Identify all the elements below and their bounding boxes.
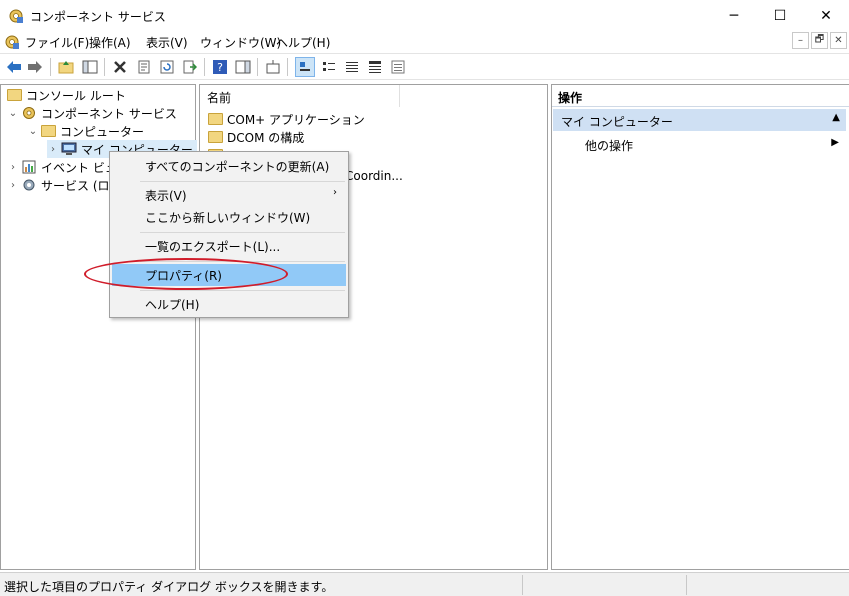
export-list-icon[interactable] [180, 57, 200, 77]
toolbar: ? [0, 53, 849, 80]
svg-text:?: ? [217, 61, 223, 74]
list-item[interactable]: COM+ アプリケーション [206, 110, 365, 128]
menu-view[interactable]: 表示(V) [146, 34, 188, 51]
chevron-right-icon[interactable]: › [7, 180, 19, 191]
status-divider [686, 575, 687, 595]
context-menu: すべてのコンポーネントの更新(A) 表示(V) › ここから新しいウィンドウ(W… [109, 151, 349, 318]
toolbar-separator [104, 58, 105, 76]
list-item-label: Coordin... [345, 169, 403, 183]
title-bar: コンポーネント サービス ─ ☐ ✕ [0, 0, 849, 31]
menu-item-help[interactable]: ヘルプ(H) [112, 293, 346, 315]
collapse-icon[interactable]: ▲ [832, 112, 840, 123]
window-title: コンポーネント サービス [30, 10, 166, 24]
menu-bar: ファイル(F) 操作(A) 表示(V) ウィンドウ(W) ヘルプ(H) – 🗗 … [0, 31, 849, 53]
tree-item-label: コンソール ルート [26, 88, 126, 103]
refresh-icon[interactable] [157, 57, 177, 77]
mdi-restore-button[interactable]: 🗗 [811, 32, 828, 49]
status-view-icon[interactable] [388, 57, 408, 77]
menu-help[interactable]: ヘルプ(H) [276, 34, 330, 51]
menu-separator [140, 181, 345, 182]
menu-item-refresh-all-components[interactable]: すべてのコンポーネントの更新(A) [112, 155, 346, 177]
up-folder-icon[interactable] [56, 57, 76, 77]
tree-item-label: コンピューター [60, 124, 145, 139]
chevron-down-icon[interactable]: ⌄ [27, 126, 39, 137]
tree-item-computers[interactable]: ⌄ コンピューター [27, 122, 144, 140]
menu-item-export-list[interactable]: 一覧のエクスポート(L)... [112, 235, 346, 257]
list-item-label: DCOM の構成 [227, 130, 305, 145]
toolbar-separator [287, 58, 288, 76]
folder-icon [208, 113, 223, 125]
actions-pane: 操作 マイ コンピューター ▲ 他の操作 ▶ [551, 84, 849, 570]
actions-group-my-computer[interactable]: マイ コンピューター ▲ [553, 109, 846, 131]
maximize-button[interactable]: ☐ [757, 0, 803, 31]
mdi-minimize-button[interactable]: – [792, 32, 809, 49]
list-view-icon[interactable] [342, 57, 362, 77]
close-button[interactable]: ✕ [803, 0, 849, 31]
event-viewer-icon [22, 160, 36, 174]
menu-item-properties[interactable]: プロパティ(R) [112, 264, 346, 286]
list-item[interactable]: DCOM の構成 [206, 128, 304, 146]
status-divider [522, 575, 523, 595]
chevron-right-icon[interactable]: › [7, 162, 19, 173]
new-window-icon[interactable] [263, 57, 283, 77]
tree-item-label: コンポーネント サービス [41, 106, 177, 121]
menu-window[interactable]: ウィンドウ(W) [200, 34, 281, 51]
component-services-icon [9, 9, 23, 23]
other-actions-item[interactable]: 他の操作 [585, 137, 633, 154]
toolbar-separator [257, 58, 258, 76]
folder-icon [41, 125, 56, 137]
chevron-right-icon[interactable]: › [47, 144, 59, 155]
actions-header: 操作 [552, 85, 849, 107]
toolbar-separator [50, 58, 51, 76]
menu-file[interactable]: ファイル(F) [25, 34, 89, 51]
chevron-down-icon[interactable]: ⌄ [7, 108, 19, 119]
list-item-label: COM+ アプリケーション [227, 112, 365, 127]
computer-icon [61, 142, 77, 155]
delete-icon[interactable] [110, 57, 130, 77]
list-item[interactable]: Coordin... [345, 167, 403, 185]
tree-item-component-services[interactable]: ⌄ コンポーネント サービス [7, 104, 177, 122]
menu-separator [140, 290, 345, 291]
submenu-arrow-icon: ▶ [831, 137, 839, 148]
component-services-icon [23, 107, 35, 119]
forward-icon[interactable] [25, 57, 45, 77]
menu-item-label: 表示(V) [145, 189, 187, 203]
submenu-arrow-icon: › [333, 187, 337, 198]
minimize-button[interactable]: ─ [711, 0, 757, 31]
menu-separator [140, 261, 345, 262]
component-services-icon[interactable] [4, 34, 20, 50]
folder-icon [208, 131, 223, 143]
folder-icon [7, 89, 22, 101]
properties-icon[interactable] [134, 57, 154, 77]
column-header-name[interactable]: 名前 [200, 85, 400, 107]
small-icons-view-icon[interactable] [319, 57, 339, 77]
help-icon[interactable]: ? [210, 57, 230, 77]
mdi-close-button[interactable]: ✕ [830, 32, 847, 49]
tree-item-console-root[interactable]: コンソール ルート [5, 86, 126, 104]
menu-action[interactable]: 操作(A) [89, 34, 131, 51]
show-hide-tree-icon[interactable] [80, 57, 100, 77]
back-icon[interactable] [4, 57, 24, 77]
action-pane-icon[interactable] [233, 57, 253, 77]
detail-view-icon[interactable] [365, 57, 385, 77]
status-text: 選択した項目のプロパティ ダイアログ ボックスを開きます。 [4, 580, 334, 594]
large-icons-view-icon[interactable] [295, 57, 315, 77]
gear-icon [23, 179, 35, 191]
menu-item-new-window-from-here[interactable]: ここから新しいウィンドウ(W) [112, 206, 346, 228]
menu-item-view[interactable]: 表示(V) › [112, 184, 346, 206]
menu-separator [140, 232, 345, 233]
status-bar: 選択した項目のプロパティ ダイアログ ボックスを開きます。 [0, 572, 849, 596]
actions-group-label: マイ コンピューター [561, 115, 673, 129]
toolbar-separator [204, 58, 205, 76]
